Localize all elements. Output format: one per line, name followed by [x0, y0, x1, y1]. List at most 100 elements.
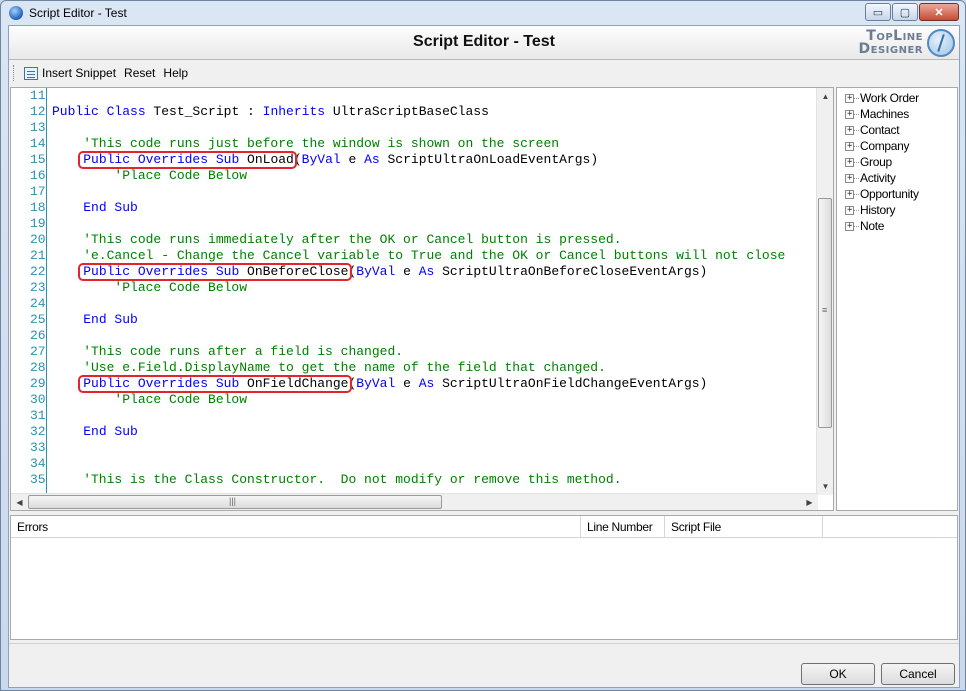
tree-node[interactable]: + Company [837, 138, 957, 154]
cancel-label: Cancel [899, 667, 937, 681]
code-line[interactable]: 14 'This code runs just before the windo… [11, 136, 818, 152]
expand-plus-icon[interactable]: + [845, 141, 854, 151]
expand-plus-icon[interactable]: + [845, 109, 854, 119]
code-line[interactable]: 24 [11, 296, 818, 312]
code-line[interactable]: 26 [11, 328, 818, 344]
code-line[interactable]: 18 End Sub [11, 200, 818, 216]
code-line[interactable]: 15 Public Overrides Sub OnLoad(ByVal e A… [11, 151, 818, 169]
text-token: ScriptUltraOnBeforeCloseEventArgs) [434, 264, 708, 279]
scroll-right-arrow-icon[interactable]: ▶ [801, 494, 818, 510]
tree-node[interactable]: + Machines [837, 106, 957, 122]
code-line[interactable]: 21 'e.Cancel - Change the Cancel variabl… [11, 248, 818, 264]
line-number: 31 [11, 408, 47, 424]
keyword-token: ByVal [356, 264, 396, 279]
script-file-column-header[interactable]: Script File [665, 516, 823, 538]
code-text: 'e.Cancel - Change the Cancel variable t… [52, 248, 785, 264]
expand-plus-icon[interactable]: + [845, 221, 854, 231]
code-line[interactable]: 28 'Use e.Field.DisplayName to get the n… [11, 360, 818, 376]
maximize-icon: ▢ [899, 6, 911, 19]
code-line[interactable]: 25 End Sub [11, 312, 818, 328]
expand-plus-icon[interactable]: + [845, 205, 854, 215]
insert-snippet-button[interactable]: Insert Snippet [20, 64, 120, 82]
code-text: 'This code runs after a field is changed… [52, 344, 403, 360]
tree-node-label: Machines [860, 107, 909, 121]
line-number: 21 [11, 248, 47, 264]
toolbar: Insert Snippet Reset Help [9, 61, 959, 85]
code-line[interactable]: 30 'Place Code Below [11, 392, 818, 408]
comment-token: 'This code runs just before the window i… [52, 136, 560, 151]
scroll-left-arrow-icon[interactable]: ◀ [11, 494, 28, 510]
tree-node[interactable]: + Work Order [837, 90, 957, 106]
minimize-icon: ▭ [872, 6, 884, 19]
tree-connector [854, 225, 859, 227]
errors-column-header[interactable]: Errors [11, 516, 581, 538]
code-text: 'This code runs immediately after the OK… [52, 232, 622, 248]
keyword-token: End Sub [83, 200, 138, 215]
horizontal-scroll-thumb[interactable]: ||| [28, 495, 442, 509]
help-button[interactable]: Help [159, 64, 192, 82]
code-line[interactable]: 34 [11, 456, 818, 472]
vertical-scroll-thumb[interactable]: ≡ [818, 198, 832, 428]
line-number-column-header[interactable]: Line Number [581, 516, 665, 538]
expand-plus-icon[interactable]: + [845, 173, 854, 183]
keyword-token: Public Class [52, 104, 146, 119]
ok-label: OK [829, 667, 847, 681]
code-text: 'Place Code Below [52, 168, 247, 184]
keyword-token: Inherits [262, 104, 326, 119]
expand-plus-icon[interactable]: + [845, 93, 854, 103]
code-line[interactable]: 16 'Place Code Below [11, 168, 818, 184]
tree-node-label: History [860, 203, 896, 217]
code-editor[interactable]: 11 12 Public Class Test_Script : Inherits … [10, 87, 834, 511]
horizontal-scrollbar[interactable]: ◀ ||| ▶ [11, 493, 818, 510]
cancel-button[interactable]: Cancel [881, 663, 955, 685]
tree-node[interactable]: + Group [837, 154, 957, 170]
title-bar[interactable]: Script Editor - Test ▭ ▢ ✕ [1, 1, 965, 25]
code-area[interactable]: 11 12 Public Class Test_Script : Inherits … [11, 88, 818, 495]
tree-connector [854, 129, 859, 131]
tree-node-label: Opportunity [860, 187, 919, 201]
code-line[interactable]: 29 Public Overrides Sub OnFieldChange(By… [11, 375, 818, 393]
code-text: 'Place Code Below [52, 280, 247, 296]
close-button[interactable]: ✕ [919, 3, 959, 21]
code-line[interactable]: 19 [11, 216, 818, 232]
code-line[interactable]: 23 'Place Code Below [11, 280, 818, 296]
tree-node[interactable]: + History [837, 202, 957, 218]
minimize-button[interactable]: ▭ [865, 3, 891, 21]
close-icon: ✕ [934, 6, 944, 19]
expand-plus-icon[interactable]: + [845, 189, 854, 199]
tree-node[interactable]: + Contact [837, 122, 957, 138]
tree-node-label: Work Order [860, 91, 919, 105]
vertical-scrollbar[interactable]: ▲ ≡ ▼ [816, 88, 833, 495]
code-line[interactable]: 33 [11, 440, 818, 456]
scroll-down-arrow-icon[interactable]: ▼ [817, 478, 833, 495]
comment-token: 'This code runs immediately after the OK… [52, 232, 622, 247]
code-line[interactable]: 20 'This code runs immediately after the… [11, 232, 818, 248]
keyword-token: ByVal [301, 152, 341, 167]
code-line[interactable]: 12 Public Class Test_Script : Inherits Ul… [11, 104, 818, 120]
scroll-up-arrow-icon[interactable]: ▲ [817, 88, 833, 105]
toolbar-grip[interactable] [13, 65, 16, 81]
code-line[interactable]: 17 [11, 184, 818, 200]
keyword-token: As [364, 152, 380, 167]
ok-button[interactable]: OK [801, 663, 875, 685]
code-line[interactable]: 35 'This is the Class Constructor. Do no… [11, 472, 818, 488]
text-token: ScriptUltraOnFieldChangeEventArgs) [434, 376, 708, 391]
comment-token: 'Place Code Below [52, 392, 248, 407]
code-line[interactable]: 32 End Sub [11, 424, 818, 440]
tree-node[interactable]: + Activity [837, 170, 957, 186]
code-text: 'Place Code Below [52, 392, 247, 408]
expand-plus-icon[interactable]: + [845, 125, 854, 135]
code-line[interactable]: 31 [11, 408, 818, 424]
code-line[interactable]: 22 Public Overrides Sub OnBeforeClose(By… [11, 263, 818, 281]
code-line[interactable]: 11 [11, 88, 818, 104]
tree-node[interactable]: + Opportunity [837, 186, 957, 202]
object-tree[interactable]: + Work Order + Machines + Contact + Company + Gro… [836, 87, 958, 511]
tree-node[interactable]: + Note [837, 218, 957, 234]
code-line[interactable]: 13 [11, 120, 818, 136]
code-line[interactable]: 27 'This code runs after a field is chan… [11, 344, 818, 360]
maximize-button[interactable]: ▢ [892, 3, 918, 21]
code-text: 'This is the Class Constructor. Do not m… [52, 472, 621, 488]
reset-button[interactable]: Reset [120, 64, 159, 82]
expand-plus-icon[interactable]: + [845, 157, 854, 167]
